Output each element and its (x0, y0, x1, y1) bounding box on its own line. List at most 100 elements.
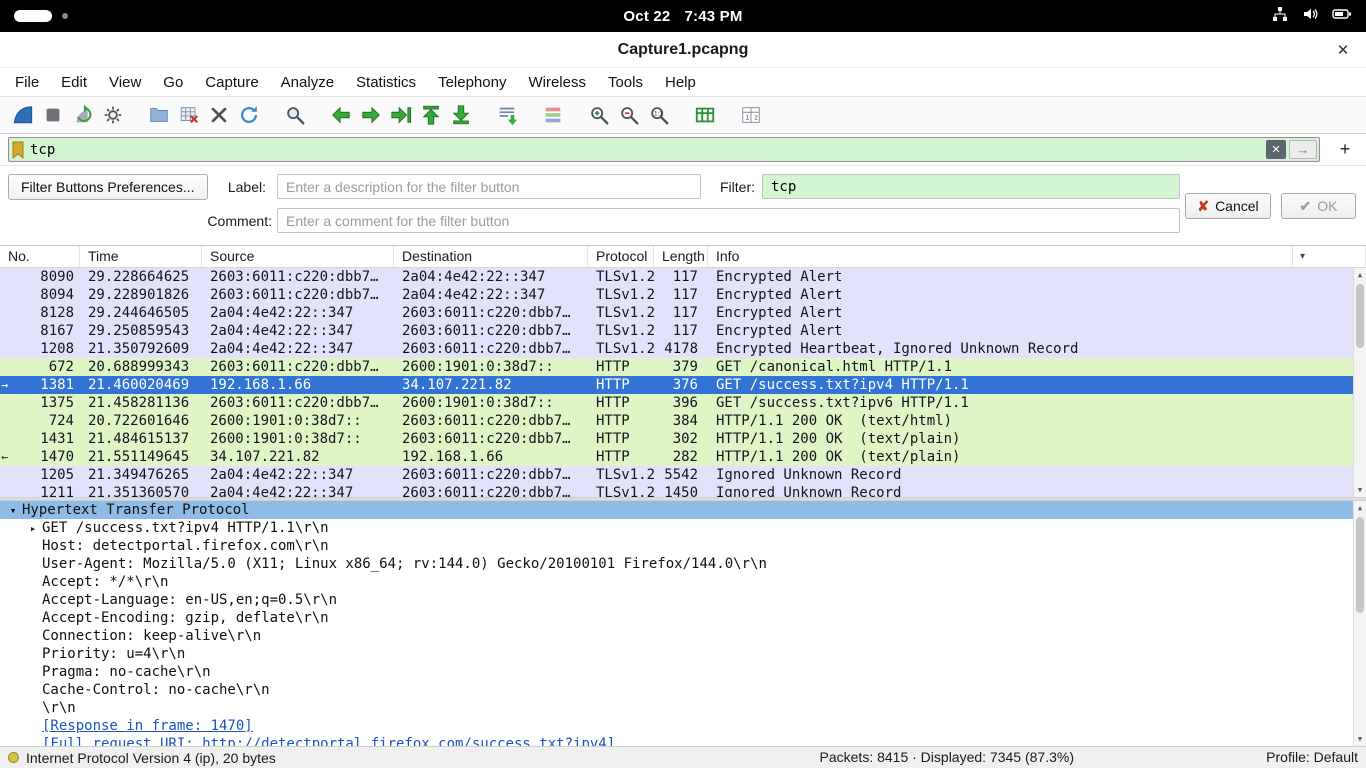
zoom-out-icon[interactable] (614, 100, 644, 130)
menu-telephony[interactable]: Telephony (427, 71, 517, 94)
detail-pane-scrollbar-up-icon[interactable]: ▲ (1354, 502, 1366, 514)
menu-help[interactable]: Help (654, 71, 707, 94)
system-tray[interactable] (1272, 6, 1352, 27)
expander-icon[interactable]: ▸ (24, 520, 42, 537)
filter-field[interactable]: tcp (762, 174, 1180, 199)
packet-row-672[interactable]: 67220.6889993432603:6011:c220:dbb7…2600:… (0, 358, 1366, 376)
filter-apply-icon[interactable]: → (1289, 140, 1317, 159)
detail-line-1[interactable]: ▸GET /success.txt?ipv4 HTTP/1.1\r\n (0, 519, 1366, 537)
display-filter-value[interactable]: tcp (30, 142, 1266, 158)
two-pane-columns-icon[interactable]: 12 (736, 100, 766, 130)
packet-row-1381[interactable]: 138121.460020469192.168.1.6634.107.221.8… (0, 376, 1366, 394)
packet-row-1211[interactable]: 121121.3513605702a04:4e42:22::3472603:60… (0, 484, 1366, 497)
cell-source: 2603:6011:c220:dbb7… (202, 286, 394, 304)
expert-info-icon[interactable] (8, 752, 19, 763)
last-packet-icon[interactable] (446, 100, 476, 130)
packet-row-8128[interactable]: 812829.2446465052a04:4e42:22::3472603:60… (0, 304, 1366, 322)
column-header-info[interactable]: Info (708, 246, 1366, 267)
menu-analyze[interactable]: Analyze (270, 71, 345, 94)
detail-pane-scrollbar-thumb[interactable] (1356, 517, 1364, 613)
column-header-protocol[interactable]: Protocol (588, 246, 654, 267)
menu-tools[interactable]: Tools (597, 71, 654, 94)
detail-pane-scrollbar[interactable]: ▲▼ (1353, 501, 1366, 746)
menu-file[interactable]: File (4, 71, 50, 94)
menu-go[interactable]: Go (152, 71, 194, 94)
detail-line-8[interactable]: Priority: u=4\r\n (0, 645, 1366, 663)
detail-line-0[interactable]: ▾Hypertext Transfer Protocol (0, 501, 1366, 519)
packet-list-scrollbar-down-icon[interactable]: ▼ (1354, 484, 1366, 496)
detail-pane-scrollbar-down-icon[interactable]: ▼ (1354, 733, 1366, 745)
save-file-icon[interactable] (174, 100, 204, 130)
detail-link-line[interactable]: [Response in frame: 1470] (0, 717, 1366, 735)
zoom-in-icon[interactable] (584, 100, 614, 130)
display-filter-input[interactable]: tcp ✕ → (8, 137, 1320, 162)
menu-view[interactable]: View (98, 71, 152, 94)
go-to-packet-icon[interactable] (386, 100, 416, 130)
packet-list-scrollbar-up-icon[interactable]: ▲ (1354, 269, 1366, 281)
column-menu-icon[interactable]: ▾ (1292, 246, 1312, 267)
cell-protocol: TLSv1.2 (588, 322, 654, 340)
packet-row-724[interactable]: 72420.7226016462600:1901:0:38d7::2603:60… (0, 412, 1366, 430)
start-capture-icon[interactable] (8, 100, 38, 130)
comment-field[interactable]: Enter a comment for the filter button (277, 208, 1180, 233)
detail-line-6[interactable]: Accept-Encoding: gzip, deflate\r\n (0, 609, 1366, 627)
packet-row-1470[interactable]: 147021.55114964534.107.221.82192.168.1.6… (0, 448, 1366, 466)
detail-link-line[interactable]: [Full request URI: http://detectportal.f… (0, 735, 1366, 746)
ok-button[interactable]: ✔ OK (1281, 193, 1356, 219)
detail-line-3[interactable]: User-Agent: Mozilla/5.0 (X11; Linux x86_… (0, 555, 1366, 573)
cancel-button[interactable]: ✘ Cancel (1185, 193, 1271, 219)
packet-list-scrollbar-thumb[interactable] (1356, 284, 1364, 348)
packet-row-1431[interactable]: 143121.4846151372600:1901:0:38d7::2603:6… (0, 430, 1366, 448)
column-header-no[interactable]: No. (0, 246, 80, 267)
packet-row-1208[interactable]: 120821.3507926092a04:4e42:22::3472603:60… (0, 340, 1366, 358)
window-title: Capture1.pcapng (618, 41, 749, 59)
packet-row-8090[interactable]: 809029.2286646252603:6011:c220:dbb7…2a04… (0, 268, 1366, 286)
close-file-icon[interactable] (204, 100, 234, 130)
expander-icon[interactable]: ▾ (4, 502, 22, 519)
detail-line-11[interactable]: \r\n (0, 699, 1366, 717)
detail-line-10[interactable]: Cache-Control: no-cache\r\n (0, 681, 1366, 699)
cell-info: GET /success.txt?ipv6 HTTP/1.1 (708, 394, 1366, 412)
column-header-destination[interactable]: Destination (394, 246, 588, 267)
reload-file-icon[interactable] (234, 100, 264, 130)
detail-line-5[interactable]: Accept-Language: en-US,en;q=0.5\r\n (0, 591, 1366, 609)
detail-line-2[interactable]: Host: detectportal.firefox.com\r\n (0, 537, 1366, 555)
profile-label[interactable]: Profile: Default (1266, 749, 1358, 765)
packet-row-8167[interactable]: 816729.2508595432a04:4e42:22::3472603:60… (0, 322, 1366, 340)
packet-row-1205[interactable]: 120521.3494762652a04:4e42:22::3472603:60… (0, 466, 1366, 484)
zoom-100-icon[interactable]: 1:1 (644, 100, 674, 130)
find-packet-icon[interactable] (280, 100, 310, 130)
window-close-icon[interactable]: ✕ (1332, 39, 1354, 61)
label-field[interactable]: Enter a description for the filter butto… (277, 174, 701, 199)
column-header-time[interactable]: Time (80, 246, 202, 267)
menu-wireless[interactable]: Wireless (517, 71, 597, 94)
menu-statistics[interactable]: Statistics (345, 71, 427, 94)
cell-time: 29.228664625 (80, 268, 202, 286)
restart-capture-icon[interactable] (68, 100, 98, 130)
filter-bookmark-icon[interactable] (12, 141, 24, 159)
colorize-packets-icon[interactable] (538, 100, 568, 130)
menu-capture[interactable]: Capture (194, 71, 269, 94)
filter-clear-icon[interactable]: ✕ (1266, 140, 1286, 159)
packet-row-1375[interactable]: 137521.4582811362603:6011:c220:dbb7…2600… (0, 394, 1366, 412)
resize-columns-icon[interactable] (690, 100, 720, 130)
add-filter-button[interactable]: + (1332, 138, 1358, 162)
stop-capture-icon[interactable] (38, 100, 68, 130)
detail-line-4[interactable]: Accept: */*\r\n (0, 573, 1366, 591)
capture-options-icon[interactable] (98, 100, 128, 130)
auto-scroll-icon[interactable] (492, 100, 522, 130)
go-forward-icon[interactable] (356, 100, 386, 130)
detail-line-9[interactable]: Pragma: no-cache\r\n (0, 663, 1366, 681)
column-header-length[interactable]: Length (654, 246, 708, 267)
detail-line-7[interactable]: Connection: keep-alive\r\n (0, 627, 1366, 645)
activities-pill[interactable] (14, 10, 52, 22)
menu-edit[interactable]: Edit (50, 71, 98, 94)
first-packet-icon[interactable] (416, 100, 446, 130)
packet-row-8094[interactable]: 809429.2289018262603:6011:c220:dbb7…2a04… (0, 286, 1366, 304)
open-file-icon[interactable] (144, 100, 174, 130)
packet-list-scrollbar[interactable]: ▲▼ (1353, 268, 1366, 497)
clock[interactable]: Oct 22 7:43 PM (623, 8, 742, 25)
column-header-source[interactable]: Source (202, 246, 394, 267)
go-back-icon[interactable] (326, 100, 356, 130)
filter-buttons-preferences-button[interactable]: Filter Buttons Preferences... (8, 174, 208, 200)
